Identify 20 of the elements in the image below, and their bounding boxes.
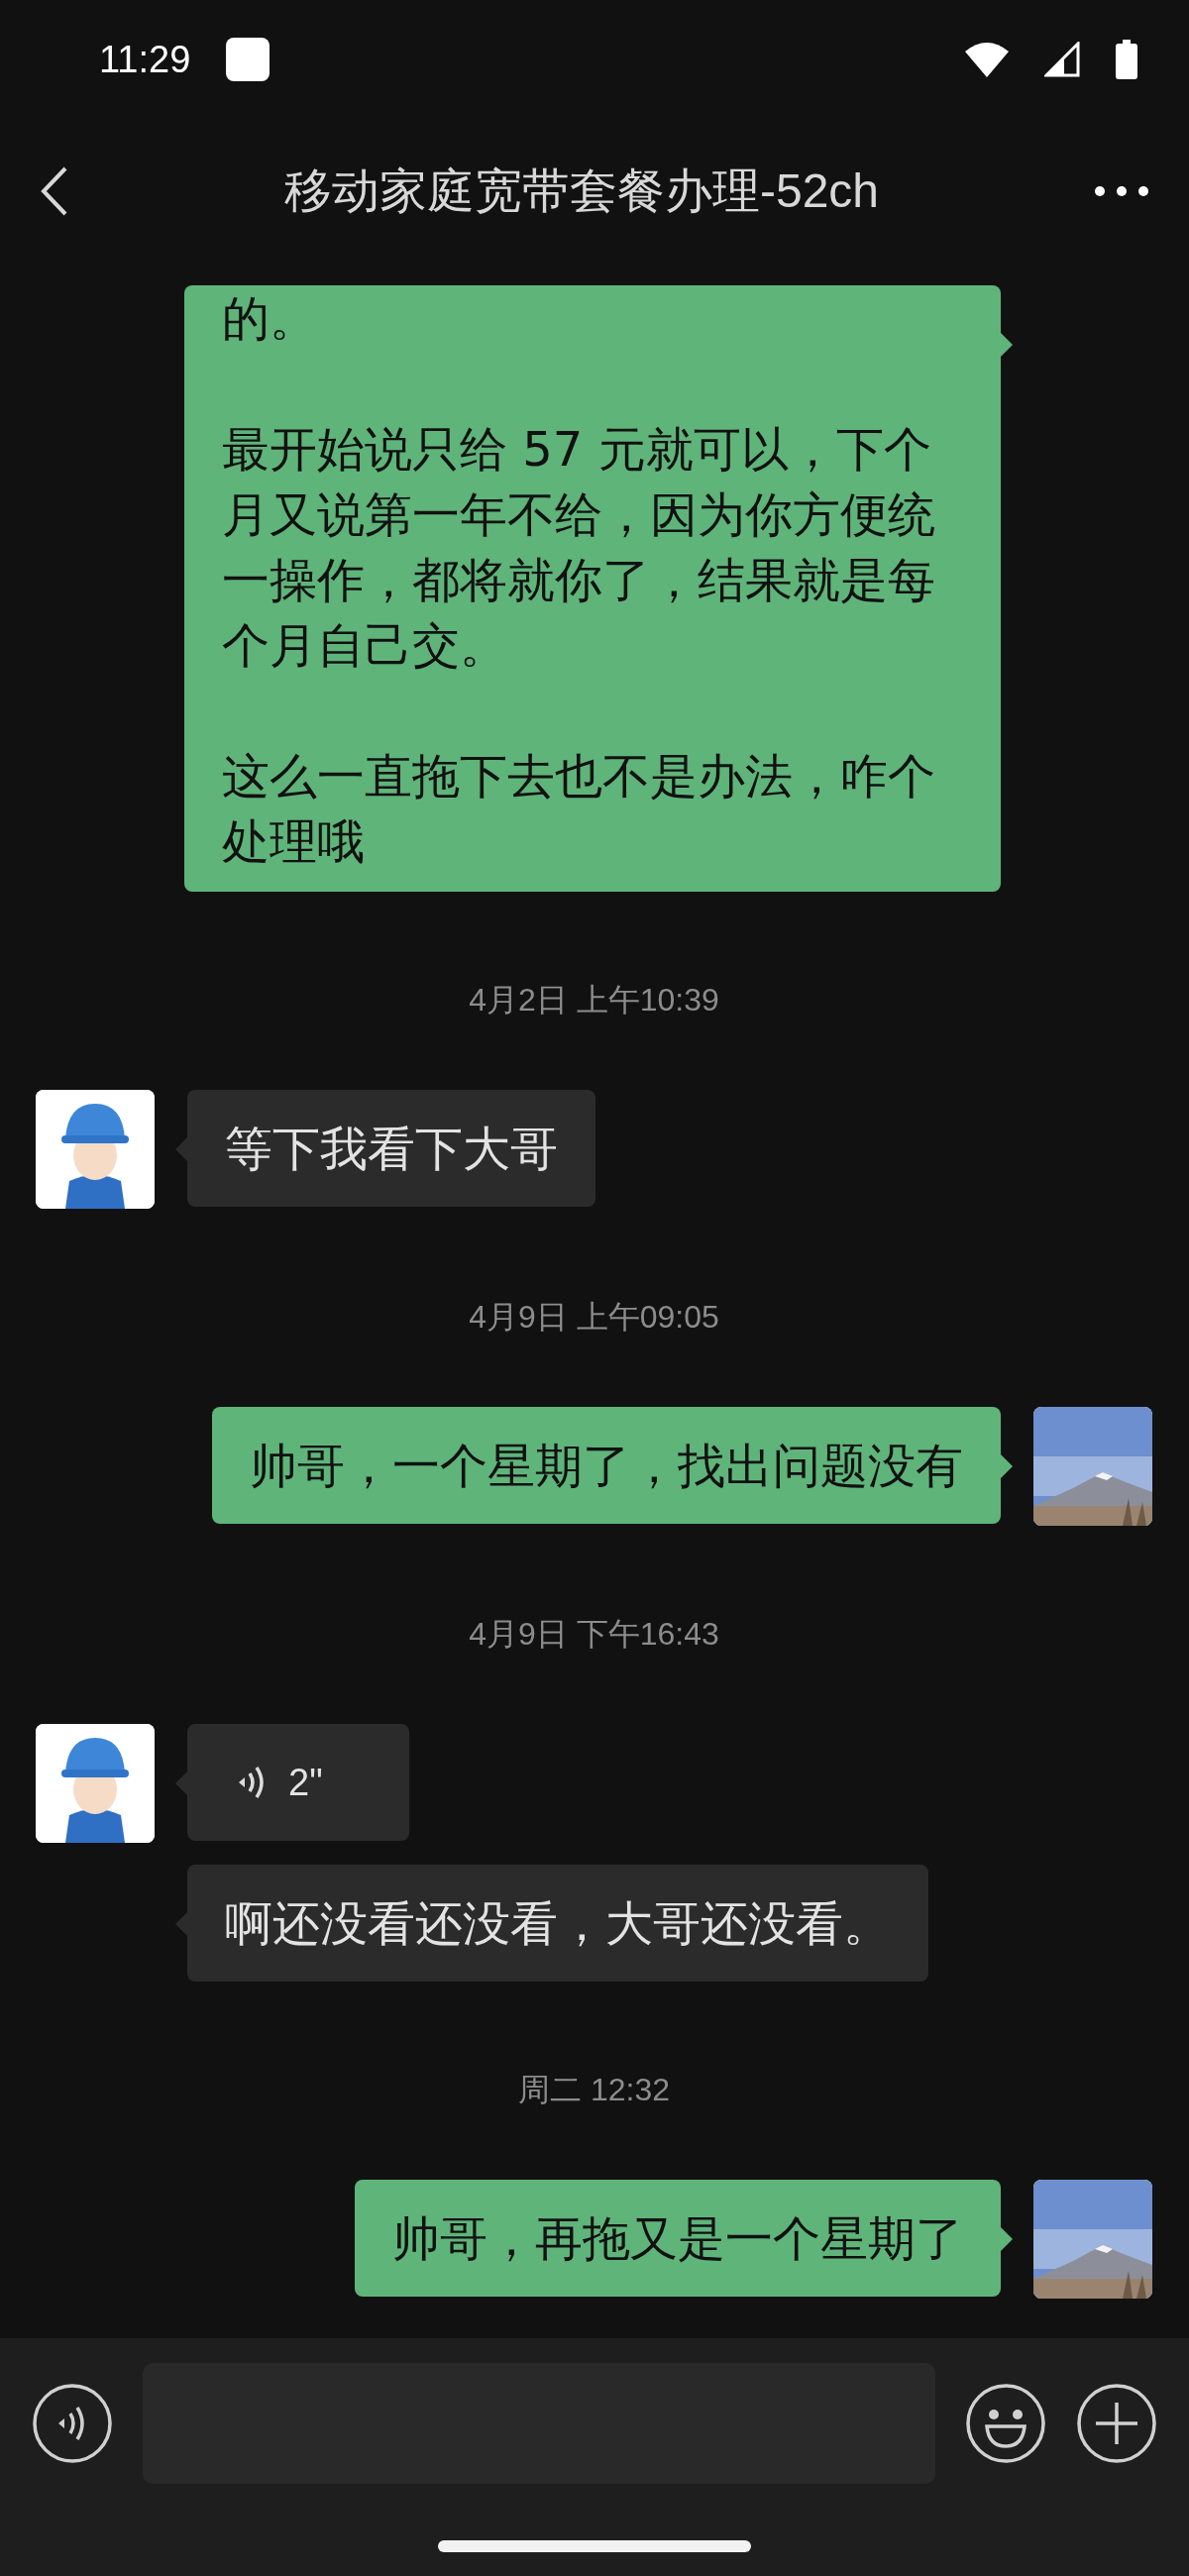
worker-avatar[interactable] (36, 1724, 155, 1843)
plus-icon[interactable] (1076, 2383, 1157, 2464)
notification-icon (226, 38, 270, 81)
signal-icon (1044, 42, 1080, 77)
voice-input-icon[interactable] (32, 2383, 113, 2464)
worker-avatar[interactable] (36, 1090, 155, 1209)
timestamp: 4月2日 上午10:39 (469, 981, 719, 1020)
wifi-icon (965, 42, 1009, 77)
voice-icon (237, 1764, 267, 1801)
timestamp: 周二 12:32 (518, 2071, 670, 2109)
chat-title: 移动家庭宽带套餐办理-52ch (282, 162, 881, 219)
timestamp: 4月9日 下午16:43 (469, 1615, 719, 1654)
emoji-icon[interactable] (965, 2383, 1046, 2464)
voice-message[interactable]: 2" (187, 1724, 409, 1841)
back-icon[interactable] (40, 165, 69, 216)
status-time: 11:29 (99, 38, 191, 81)
timestamp: 4月9日 上午09:05 (469, 1298, 719, 1337)
voice-duration: 2" (288, 1761, 323, 1804)
more-icon[interactable] (1094, 184, 1149, 197)
battery-icon (1116, 40, 1137, 79)
